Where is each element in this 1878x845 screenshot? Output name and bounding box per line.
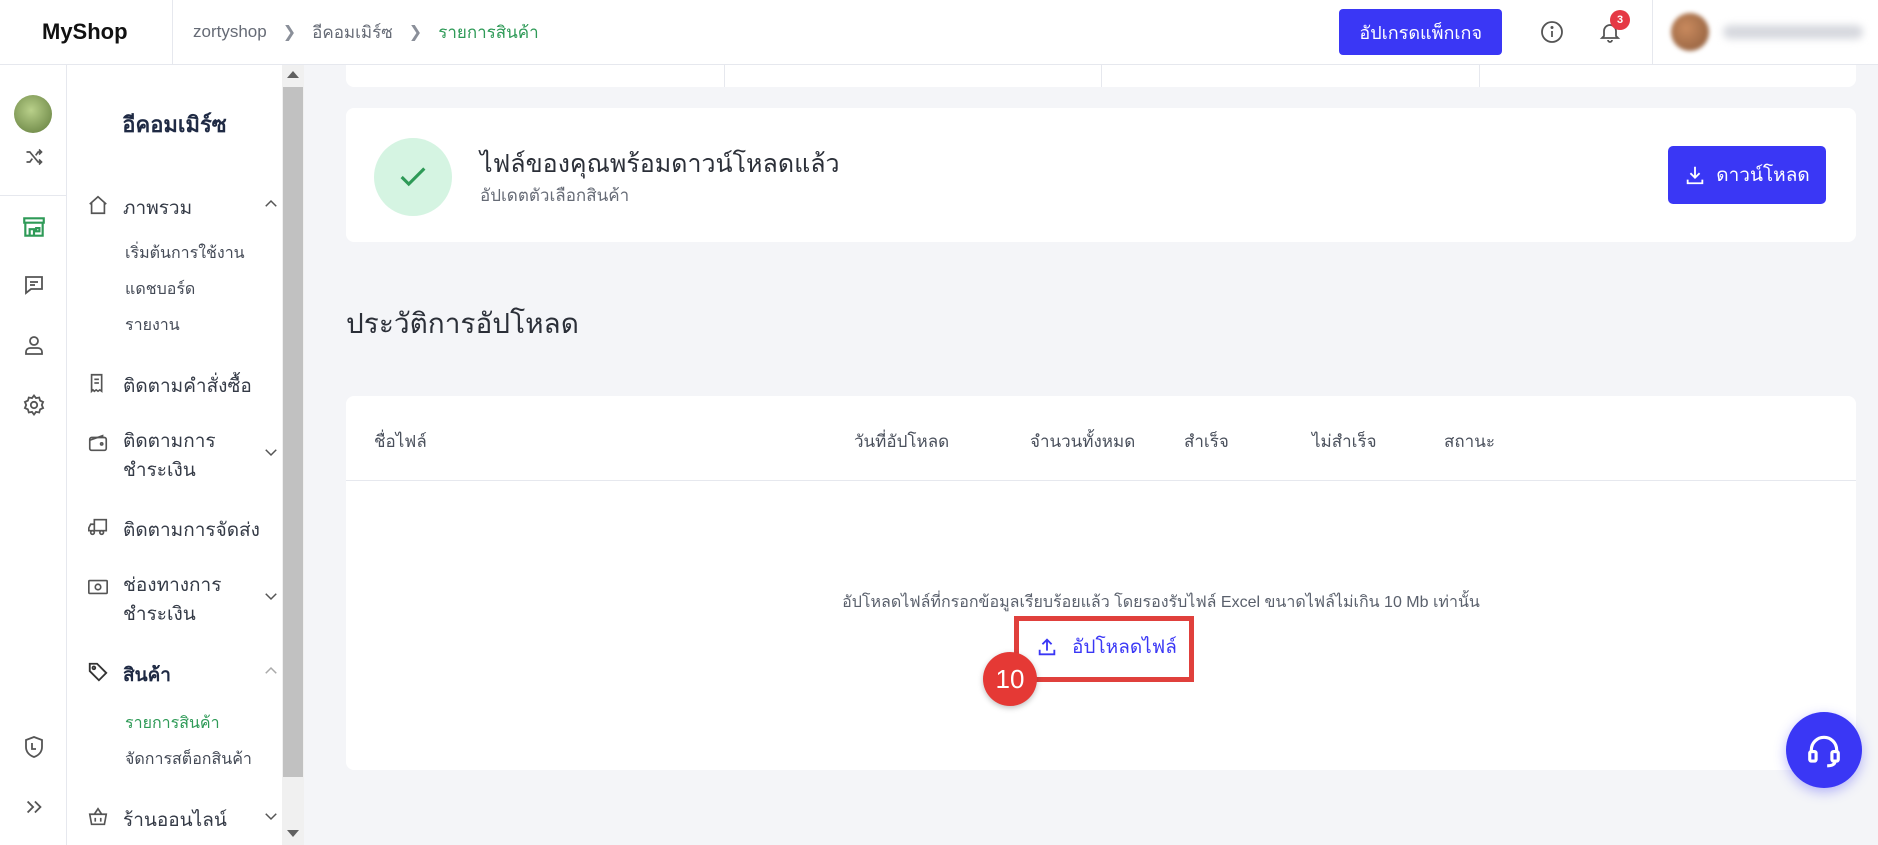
download-icon xyxy=(1687,166,1704,185)
rail-divider xyxy=(0,195,67,196)
sidebar-subitem-reports[interactable]: รายงาน xyxy=(125,313,180,338)
column-header-filename: ชื่อไฟล์ xyxy=(374,432,427,451)
sidebar-item-overview[interactable]: ภาพรวม xyxy=(87,193,277,223)
sidebar-subitem-getting-started[interactable]: เริ่มต้นการใช้งาน xyxy=(125,241,245,266)
divider xyxy=(1101,65,1102,87)
empty-state-message: อัปโหลดไฟล์ที่กรอกข้อมูลเรียบร้อยแล้ว โด… xyxy=(842,594,1480,611)
sidebar-item-orders[interactable]: ติดตามคำสั่งซื้อ xyxy=(87,371,252,401)
breadcrumb-current: รายการสินค้า xyxy=(438,22,539,42)
sidebar-subitem-stock[interactable]: จัดการสต็อกสินค้า xyxy=(125,747,252,772)
chevron-up-icon xyxy=(265,666,277,674)
breadcrumb-shop[interactable]: zortyshop xyxy=(193,22,267,42)
column-header-success: สำเร็จ xyxy=(1184,432,1229,451)
upgrade-package-button[interactable]: อัปเกรดแพ็กเกจ xyxy=(1339,9,1502,55)
label-line-2: ชำระเงิน xyxy=(123,460,196,481)
breadcrumb-section[interactable]: อีคอมเมิร์ซ xyxy=(312,19,393,46)
chevron-right-icon: ❯ xyxy=(408,24,423,41)
user-icon[interactable] xyxy=(20,331,48,359)
ready-title: ไฟล์ของคุณพร้อมดาวน์โหลดแล้ว xyxy=(480,150,840,178)
expand-icon[interactable] xyxy=(20,793,48,821)
sidebar-item-label: ร้านออนไลน์ xyxy=(123,810,227,831)
wallet-icon xyxy=(88,434,108,452)
gear-icon[interactable] xyxy=(20,391,48,419)
cash-icon xyxy=(88,579,108,595)
profile-name-blurred xyxy=(1723,25,1863,39)
top-bar: MyShop zortyshop ❯ อีคอมเมิร์ซ ❯ รายการส… xyxy=(0,0,1878,65)
sidebar-title: อีคอมเมิร์ซ xyxy=(122,112,227,137)
column-header-total: จำนวนทั้งหมด xyxy=(1030,432,1136,451)
sidebar-item-shipping[interactable]: ติดตามการจัดส่ง xyxy=(87,515,260,545)
label-line-1: ช่องทางการ xyxy=(123,575,222,596)
sidebar-item-payments[interactable]: ติดตามการชำระเงิน xyxy=(87,431,277,485)
headset-icon xyxy=(1808,735,1840,768)
scroll-down-arrow[interactable] xyxy=(287,830,299,837)
chevron-down-icon xyxy=(265,593,277,601)
upload-history-title: ประวัติการอัปโหลด xyxy=(346,308,579,339)
sidebar-item-products[interactable]: สินค้า xyxy=(87,660,277,690)
shop-avatar[interactable] xyxy=(14,95,52,133)
store-icon[interactable] xyxy=(20,213,48,241)
truck-icon xyxy=(88,518,108,536)
sidebar-item-label: ติดตามคำสั่งซื้อ xyxy=(123,376,252,397)
upload-history-table: ชื่อไฟล์ วันที่อัปโหลด จำนวนทั้งหมด สำเร… xyxy=(346,396,1856,770)
sidebar-item-label: สินค้า xyxy=(123,665,171,686)
sidebar-subitem-product-list[interactable]: รายการสินค้า xyxy=(125,711,220,736)
bell-icon[interactable]: 3 xyxy=(1594,10,1630,48)
tag-icon xyxy=(88,662,108,682)
table-header: ชื่อไฟล์ วันที่อัปโหลด จำนวนทั้งหมด สำเร… xyxy=(346,396,1856,481)
notification-badge: 3 xyxy=(1610,10,1630,30)
column-header-failed: ไม่สำเร็จ xyxy=(1312,432,1377,451)
divider xyxy=(1479,65,1480,87)
sidebar-item-label: ช่องทางการชำระเงิน xyxy=(123,571,221,629)
download-ready-card: ไฟล์ของคุณพร้อมดาวน์โหลดแล้ว อัปเดตตัวเล… xyxy=(346,108,1856,242)
summary-card-remnant xyxy=(346,65,1856,87)
sidebar-subitem-dashboard[interactable]: แดชบอร์ด xyxy=(125,277,195,302)
chevron-up-icon xyxy=(265,199,277,207)
scroll-thumb[interactable] xyxy=(283,87,303,777)
shield-icon[interactable] xyxy=(20,733,48,761)
chat-icon[interactable] xyxy=(20,271,48,299)
avatar xyxy=(1671,13,1709,51)
chevron-right-icon: ❯ xyxy=(282,24,297,41)
sidebar-item-label: ติดตามการชำระเงิน xyxy=(123,427,216,485)
ready-subtitle: อัปเดตตัวเลือกสินค้า xyxy=(480,186,630,205)
highlight-annotation-box xyxy=(1014,616,1194,682)
info-icon[interactable] xyxy=(1536,16,1568,48)
label-line-2: ชำระเงิน xyxy=(123,604,196,625)
home-icon xyxy=(89,195,107,215)
sidebar: อีคอมเมิร์ซ ภาพรวม เริ่มต้นการใช้งาน แดช… xyxy=(67,65,282,845)
column-header-status: สถานะ xyxy=(1444,432,1495,451)
sidebar-item-online-store[interactable]: ร้านออนไลน์ xyxy=(87,805,277,835)
shuffle-icon[interactable] xyxy=(20,143,48,171)
basket-icon xyxy=(88,807,108,826)
user-profile[interactable] xyxy=(1652,0,1878,65)
icon-rail xyxy=(0,65,67,845)
chevron-down-icon xyxy=(265,449,277,457)
brand-logo[interactable]: MyShop xyxy=(0,0,173,65)
divider xyxy=(724,65,725,87)
download-label: ดาวน์โหลด xyxy=(1716,165,1810,186)
support-headset-button[interactable] xyxy=(1786,712,1862,788)
check-icon xyxy=(374,138,452,216)
scroll-up-arrow[interactable] xyxy=(287,71,299,78)
label-line-1: ติดตามการ xyxy=(123,431,216,452)
sidebar-item-payment-channels[interactable]: ช่องทางการชำระเงิน xyxy=(87,575,277,629)
sidebar-item-label: ติดตามการจัดส่ง xyxy=(123,520,260,541)
chevron-down-icon xyxy=(265,813,277,821)
sidebar-scrollbar[interactable] xyxy=(282,65,304,845)
sidebar-item-label: ภาพรวม xyxy=(123,198,193,219)
download-button[interactable]: ดาวน์โหลด xyxy=(1668,146,1826,204)
step-number-badge: 10 xyxy=(983,652,1037,706)
receipt-icon xyxy=(90,373,103,394)
breadcrumb: zortyshop ❯ อีคอมเมิร์ซ ❯ รายการสินค้า xyxy=(173,19,539,46)
column-header-upload-date: วันที่อัปโหลด xyxy=(854,432,950,451)
